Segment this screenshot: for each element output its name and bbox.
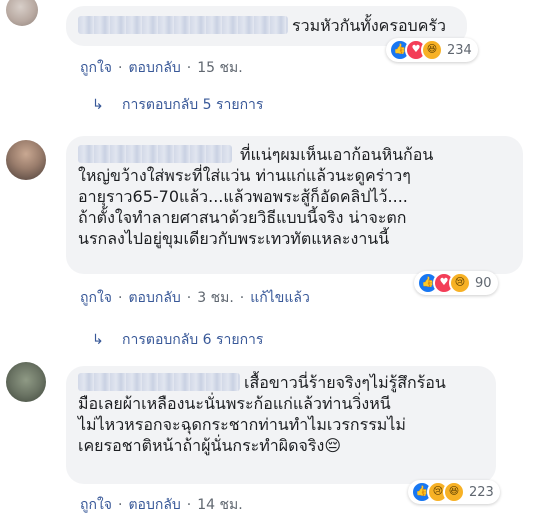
comment-line: ไม่ไหวหรอกจะฉุดกระชากท่านทำไมเวรกรรมไม่	[78, 415, 406, 434]
commenter-avatar[interactable]	[6, 362, 46, 402]
reaction-count: 234	[447, 42, 472, 58]
comment-timestamp[interactable]: 15 ชม.	[197, 60, 242, 76]
comment-line: มือเลยผ้าเหลืองนะนั่นพระก้อแก่แล้วท่านวิ…	[78, 394, 391, 413]
like-link[interactable]: ถูกใจ	[80, 60, 112, 76]
sad-icon: 😢	[449, 272, 471, 294]
reply-link[interactable]: ตอบกลับ	[128, 497, 180, 513]
separator-dot: ·	[239, 290, 245, 306]
comment-line: ถ้าตั้งใจทำลายศาสนาด้วยวิธีแบบนี้จริง น่…	[78, 208, 407, 227]
reactions-summary[interactable]: 👍 ♥ 😢 90	[414, 271, 498, 295]
commenter-name-blurred[interactable]	[78, 16, 288, 34]
reactions-summary[interactable]: 👍 ♥ 😆 234	[386, 38, 478, 62]
commenter-avatar[interactable]	[6, 140, 46, 180]
view-replies-link[interactable]: ↳ การตอบกลับ 6 รายการ	[92, 329, 263, 351]
view-replies-link[interactable]: ↳ การตอบกลับ 5 รายการ	[92, 94, 263, 116]
separator-dot: ·	[118, 60, 123, 76]
comment-text: รวมหัวกันทั้งครอบครัว	[292, 16, 446, 35]
commenter-name-blurred[interactable]	[78, 145, 232, 163]
reply-link[interactable]: ตอบกลับ	[128, 290, 180, 306]
comment-bubble: ที่แน่ๆผมเห็นเอาก้อนหินก้อน ใหญ่ขว้างใส่…	[66, 136, 523, 274]
comment-line: ที่แน่ๆผมเห็นเอาก้อนหินก้อน	[78, 144, 509, 165]
separator-dot: ·	[186, 290, 192, 306]
reactions-summary[interactable]: 👍 😢 😆 223	[408, 480, 500, 504]
reply-arrow-icon: ↳	[92, 97, 104, 113]
comment-bubble: เสื้อขาวนี่ร้ายจริงๆไม่รู้สึกร้อน มือเลย…	[66, 366, 496, 484]
replies-count-label[interactable]: การตอบกลับ 5 รายการ	[122, 94, 263, 116]
separator-dot: ·	[186, 497, 192, 513]
separator-dot: ·	[118, 497, 123, 513]
comment-line: ใหญ่ขว้างใส่พระที่ใส่แว่น ท่านแก่แล้วนะด…	[78, 166, 411, 185]
replies-count-label[interactable]: การตอบกลับ 6 รายการ	[122, 329, 263, 351]
reaction-count: 223	[469, 484, 494, 500]
commenter-avatar[interactable]	[6, 0, 38, 26]
comment-actions: ถูกใจ · ตอบกลับ · 15 ชม.	[80, 57, 243, 79]
separator-dot: ·	[186, 60, 192, 76]
comment-actions: ถูกใจ · ตอบกลับ · 14 ชม.	[80, 494, 243, 516]
reaction-count: 90	[475, 275, 492, 291]
comment-line: เสื้อขาวนี่ร้ายจริงๆไม่รู้สึกร้อน	[78, 372, 482, 393]
comment-line: อายุราว65-70แล้ว...แล้วพอพระสู้ก็อัดคลิป…	[78, 187, 408, 206]
haha-icon: 😆	[421, 39, 443, 61]
comment-line: รวมหัวกันทั้งครอบครัว	[78, 15, 455, 36]
reply-link[interactable]: ตอบกลับ	[128, 60, 180, 76]
reply-arrow-icon: ↳	[92, 332, 104, 348]
comment-timestamp[interactable]: 3 ชม.	[197, 290, 234, 306]
comment-text: ที่แน่ๆผมเห็นเอาก้อนหินก้อน	[240, 145, 434, 164]
comment-timestamp[interactable]: 14 ชม.	[197, 497, 242, 513]
comment-line: เคยรอชาติหน้าถ้าผู้นั่นกระทำผิดจริง😔	[78, 436, 342, 455]
comment-actions: ถูกใจ · ตอบกลับ · 3 ชม. · แก้ไขแล้ว	[80, 287, 310, 309]
comment-text: เสื้อขาวนี่ร้ายจริงๆไม่รู้สึกร้อน	[244, 373, 446, 392]
edited-label[interactable]: แก้ไขแล้ว	[250, 290, 310, 306]
commenter-name-blurred[interactable]	[78, 373, 240, 391]
separator-dot: ·	[118, 290, 123, 306]
haha-icon: 😆	[443, 481, 465, 503]
like-link[interactable]: ถูกใจ	[80, 497, 112, 513]
like-link[interactable]: ถูกใจ	[80, 290, 112, 306]
comment-line: นรกลงไปอยู่ขุมเดียวกับพระเทวทัตแหละงานนี…	[78, 229, 390, 248]
